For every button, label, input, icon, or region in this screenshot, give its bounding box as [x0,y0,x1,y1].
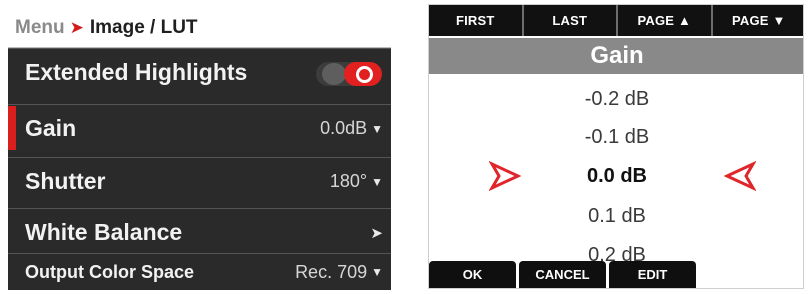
option-item[interactable]: 0.1 dB [429,205,803,228]
ok-button[interactable]: OK [429,261,516,288]
menu-item-white-balance[interactable]: White Balance ➤ [8,208,391,256]
camera-menu-panel: Menu ➤ Image / LUT Extended Highlights G… [8,7,391,290]
menu-item-label: White Balance [25,219,183,245]
shutter-value: 180° [329,171,368,191]
menu-item-value: Rec. 709 ▼ [295,262,383,283]
selection-indicator [8,106,16,150]
menu-item-label: Extended Highlights [25,59,248,85]
last-button[interactable]: LAST [524,5,618,36]
selection-marker-left-icon [489,161,521,191]
chevron-down-icon: ▼ [371,174,383,189]
page-up-button[interactable]: PAGE ▲ [618,5,713,36]
extended-highlights-toggle[interactable] [316,62,382,86]
toggle-on-icon [356,66,373,83]
breadcrumb-current: Image / LUT [89,16,198,38]
chevron-down-icon: ▼ [371,265,383,279]
picker-title: Gain [429,38,803,74]
chevron-right-icon: ➤ [370,224,383,242]
menu-item-label: Gain [25,115,77,141]
nav-toolbar: FIRST LAST PAGE ▲ PAGE ▼ [429,5,804,36]
first-button[interactable]: FIRST [429,5,524,36]
cancel-button[interactable]: CANCEL [519,261,606,288]
breadcrumb: Menu ➤ Image / LUT [8,7,391,48]
toggle-off-knob [322,63,346,85]
menu-item-gain[interactable]: Gain 0.0dB ▼ [8,104,391,152]
output-color-space-value: Rec. 709 [295,261,368,282]
breadcrumb-root[interactable]: Menu [15,17,65,39]
gain-value: 0.0dB [320,118,368,138]
menu-item-label: Output Color Space [25,261,195,282]
menu-item-value: 180° ▼ [330,171,383,192]
menu-item-output-color-space[interactable]: Output Color Space Rec. 709 ▼ [8,253,391,290]
gain-picker-panel: FIRST LAST PAGE ▲ PAGE ▼ Gain -0.2 dB -0… [428,4,804,289]
selection-marker-right-icon [724,161,756,191]
action-bar: OK CANCEL EDIT [429,261,719,288]
edit-button[interactable]: EDIT [609,261,696,288]
menu-item-value: 0.0dB ▼ [320,118,383,139]
menu-item-shutter[interactable]: Shutter 180° ▼ [8,157,391,205]
page-down-button[interactable]: PAGE ▼ [713,5,804,36]
menu-item-value: ➤ [370,224,383,242]
breadcrumb-separator-icon: ➤ [69,17,84,37]
menu-item-extended-highlights[interactable]: Extended Highlights [8,48,391,96]
menu-item-label: Shutter [25,168,106,194]
option-item[interactable]: -0.2 dB [429,88,803,111]
chevron-down-icon: ▼ [371,121,383,136]
option-item[interactable]: -0.1 dB [429,126,803,149]
